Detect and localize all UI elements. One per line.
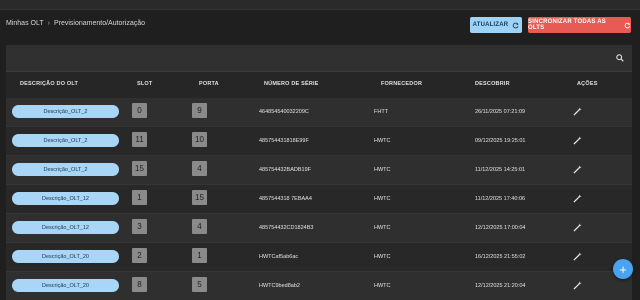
vendor: HWTC [374, 167, 391, 173]
porta-value: 9 [192, 103, 207, 118]
header-descobrir[interactable]: DESCOBRIR [475, 81, 510, 87]
plus-icon: + [619, 261, 627, 277]
discovered-at: 12/12/2025 21:20:04 [475, 283, 526, 289]
sync-all-olts-button[interactable]: SINCRONIZAR TODAS AS OLTS [528, 17, 631, 33]
table-header: DESCRIÇÃO DO OLT SLOT PORTA NÚMERO DE SÉ… [6, 71, 632, 99]
serial-number: 485754431818E99F [259, 138, 309, 144]
serial-number: HWTC9bed8ab2 [259, 283, 300, 289]
olt-description-chip[interactable]: Descrição_OLT_20 [12, 279, 119, 292]
olt-description-chip[interactable]: Descrição_OLT_2 [12, 163, 119, 176]
olt-description-chip[interactable]: Descrição_OLT_12 [12, 192, 119, 205]
vendor: HWTC [374, 254, 391, 260]
header-fornecedor[interactable]: FORNECEDOR [381, 81, 422, 87]
discovered-at: 12/12/2025 17:00:04 [475, 225, 526, 231]
header-descricao[interactable]: DESCRIÇÃO DO OLT [20, 81, 78, 87]
vendor: HWTC [374, 225, 391, 231]
vendor: HWTC [374, 196, 391, 202]
vendor: FHTT [374, 109, 389, 115]
magic-wand-icon[interactable] [573, 165, 582, 174]
discovered-at: 26/11/2025 07:21:09 [475, 109, 526, 115]
update-button-label: ATUALIZAR [472, 22, 509, 28]
porta-value: 10 [192, 132, 207, 147]
olt-description-chip[interactable]: Descrição_OLT_2 [12, 105, 119, 118]
porta-value: 4 [192, 219, 207, 234]
olt-description-chip[interactable]: Descrição_OLT_12 [12, 221, 119, 234]
provisioning-table-card: DESCRIÇÃO DO OLT SLOT PORTA NÚMERO DE SÉ… [6, 45, 632, 300]
slot-value: 0 [132, 103, 147, 118]
serial-number: 464854540032209C [259, 109, 309, 115]
magic-wand-icon[interactable] [573, 107, 582, 116]
header-acoes: AÇÕES [577, 81, 598, 87]
vendor: HWTC [374, 138, 391, 144]
slot-value: 8 [132, 277, 147, 292]
header-slot[interactable]: SLOT [137, 81, 152, 87]
table-row: Descrição_OLT_12 1 15 4857544318 7EBAA4 … [6, 185, 632, 214]
serial-number: HWTCaf5ab6ac [259, 254, 299, 260]
header-serie[interactable]: NÚMERO DE SÉRIE [264, 81, 319, 87]
discovered-at: 11/12/2025 17:40:06 [475, 196, 526, 202]
magic-wand-icon[interactable] [573, 223, 582, 232]
slot-value: 11 [132, 132, 147, 147]
breadcrumb-current: Previsionamento/Autorização [53, 20, 146, 27]
table-row: Descrição_OLT_2 11 10 485754431818E99F H… [6, 127, 632, 156]
table-row: Descrição_OLT_20 2 1 HWTCaf5ab6ac HWTC 1… [6, 243, 632, 272]
refresh-icon [624, 22, 631, 28]
porta-value: 4 [192, 161, 207, 176]
refresh-icon [513, 22, 520, 28]
serial-number: 4857544318 7EBAA4 [259, 196, 312, 202]
top-app-bar [0, 0, 640, 10]
update-button[interactable]: ATUALIZAR [470, 17, 522, 33]
header-porta[interactable]: PORTA [199, 81, 219, 87]
olt-description-chip[interactable]: Descrição_OLT_20 [12, 250, 119, 263]
porta-value: 1 [192, 248, 207, 263]
breadcrumb: Minhas OLT › Previsionamento/Autorização [6, 20, 145, 27]
slot-value: 2 [132, 248, 147, 263]
magic-wand-icon[interactable] [573, 136, 582, 145]
breadcrumb-separator: › [47, 20, 50, 27]
table-row: Descrição_OLT_12 3 4 485754432CD1824B3 H… [6, 214, 632, 243]
add-fab-button[interactable]: + [613, 259, 633, 279]
magic-wand-icon[interactable] [573, 194, 582, 203]
discovered-at: 16/12/2025 21:55:02 [475, 254, 526, 260]
porta-value: 5 [192, 277, 207, 292]
serial-number: 485754432CD1824B3 [259, 225, 314, 231]
sync-button-label: SINCRONIZAR TODAS AS OLTS [528, 19, 607, 31]
slot-value: 15 [132, 161, 147, 176]
table-row: Descrição_OLT_2 15 4 485754432BADB19F HW… [6, 156, 632, 185]
magic-wand-icon[interactable] [573, 281, 582, 290]
porta-value: 15 [192, 190, 207, 205]
table-row: Descrição_OLT_20 8 5 HWTC9bed8ab2 HWTC 1… [6, 272, 632, 300]
discovered-at: 09/12/2025 19:25:01 [475, 138, 526, 144]
table-toolbar [6, 45, 632, 71]
olt-description-chip[interactable]: Descrição_OLT_2 [12, 134, 119, 147]
slot-value: 1 [132, 190, 147, 205]
discovered-at: 11/12/2025 14:25:01 [475, 167, 526, 173]
table-row: Descrição_OLT_2 0 9 464854540032209C FHT… [6, 98, 632, 127]
magic-wand-icon[interactable] [573, 252, 582, 261]
serial-number: 485754432BADB19F [259, 167, 311, 173]
breadcrumb-root[interactable]: Minhas OLT [6, 20, 44, 27]
vendor: HWTC [374, 283, 391, 289]
slot-value: 3 [132, 219, 147, 234]
search-icon[interactable] [616, 54, 624, 62]
